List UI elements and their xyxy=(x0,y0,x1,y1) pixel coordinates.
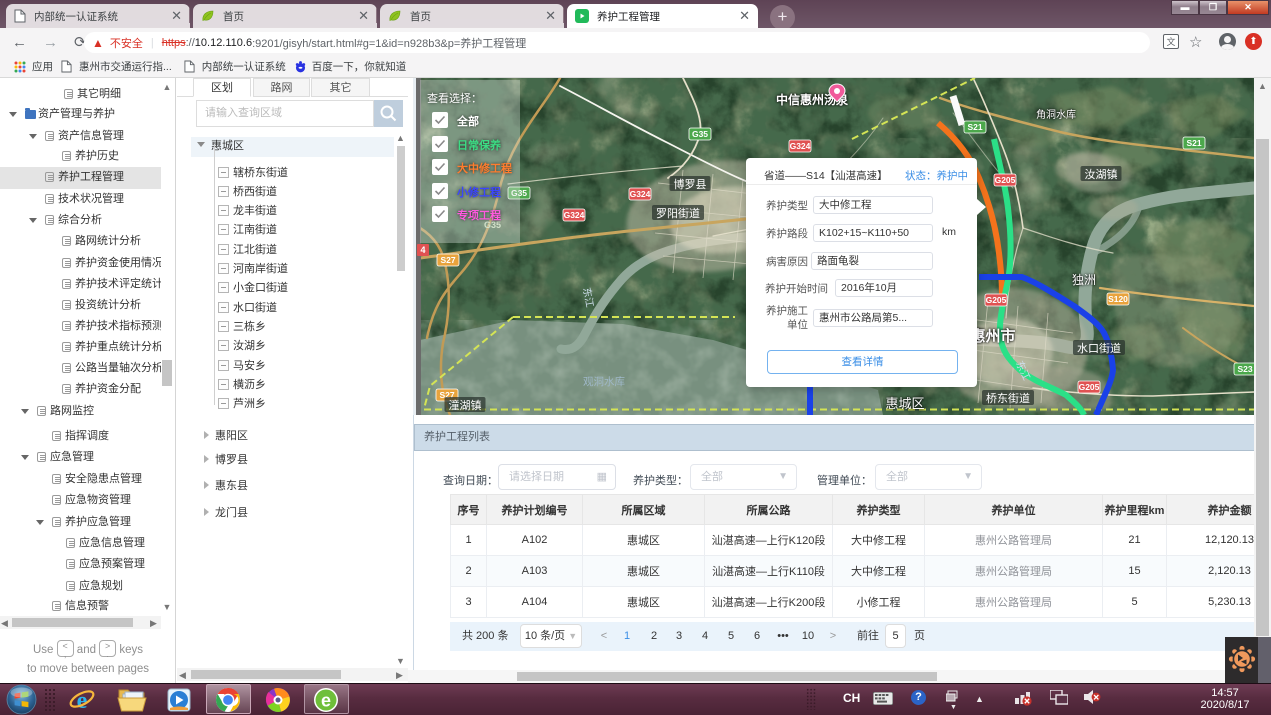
svg-text:潼湖镇: 潼湖镇 xyxy=(449,398,482,412)
svg-text:水口街道: 水口街道 xyxy=(1077,341,1121,355)
svg-text:角洞水库: 角洞水库 xyxy=(1036,108,1076,121)
svg-text:惠城区: 惠城区 xyxy=(885,396,924,411)
svg-text:G324: G324 xyxy=(790,141,811,151)
svg-text:S23: S23 xyxy=(1237,364,1252,374)
svg-text:G205: G205 xyxy=(1079,382,1100,392)
svg-text:S21: S21 xyxy=(1186,138,1201,148)
svg-text:G324: G324 xyxy=(630,189,651,199)
svg-text:G205: G205 xyxy=(986,295,1007,305)
svg-text:4: 4 xyxy=(420,245,425,255)
svg-text:S27: S27 xyxy=(440,255,455,265)
svg-text:独洲: 独洲 xyxy=(1072,273,1096,287)
svg-text:e: e xyxy=(321,691,331,711)
svg-text:S21: S21 xyxy=(967,122,982,132)
svg-text:G35: G35 xyxy=(692,129,708,139)
svg-text:罗阳街道: 罗阳街道 xyxy=(656,206,700,220)
svg-text:桥东街道: 桥东街道 xyxy=(986,391,1030,405)
svg-text:G205: G205 xyxy=(995,175,1016,185)
svg-text:博罗县: 博罗县 xyxy=(674,178,707,191)
svg-text:G324: G324 xyxy=(564,210,585,220)
svg-text:观洞水库: 观洞水库 xyxy=(583,375,625,388)
svg-text:S120: S120 xyxy=(1108,294,1128,304)
svg-text:惠州市: 惠州市 xyxy=(970,327,1015,345)
svg-text:汝湖镇: 汝湖镇 xyxy=(1085,167,1118,181)
